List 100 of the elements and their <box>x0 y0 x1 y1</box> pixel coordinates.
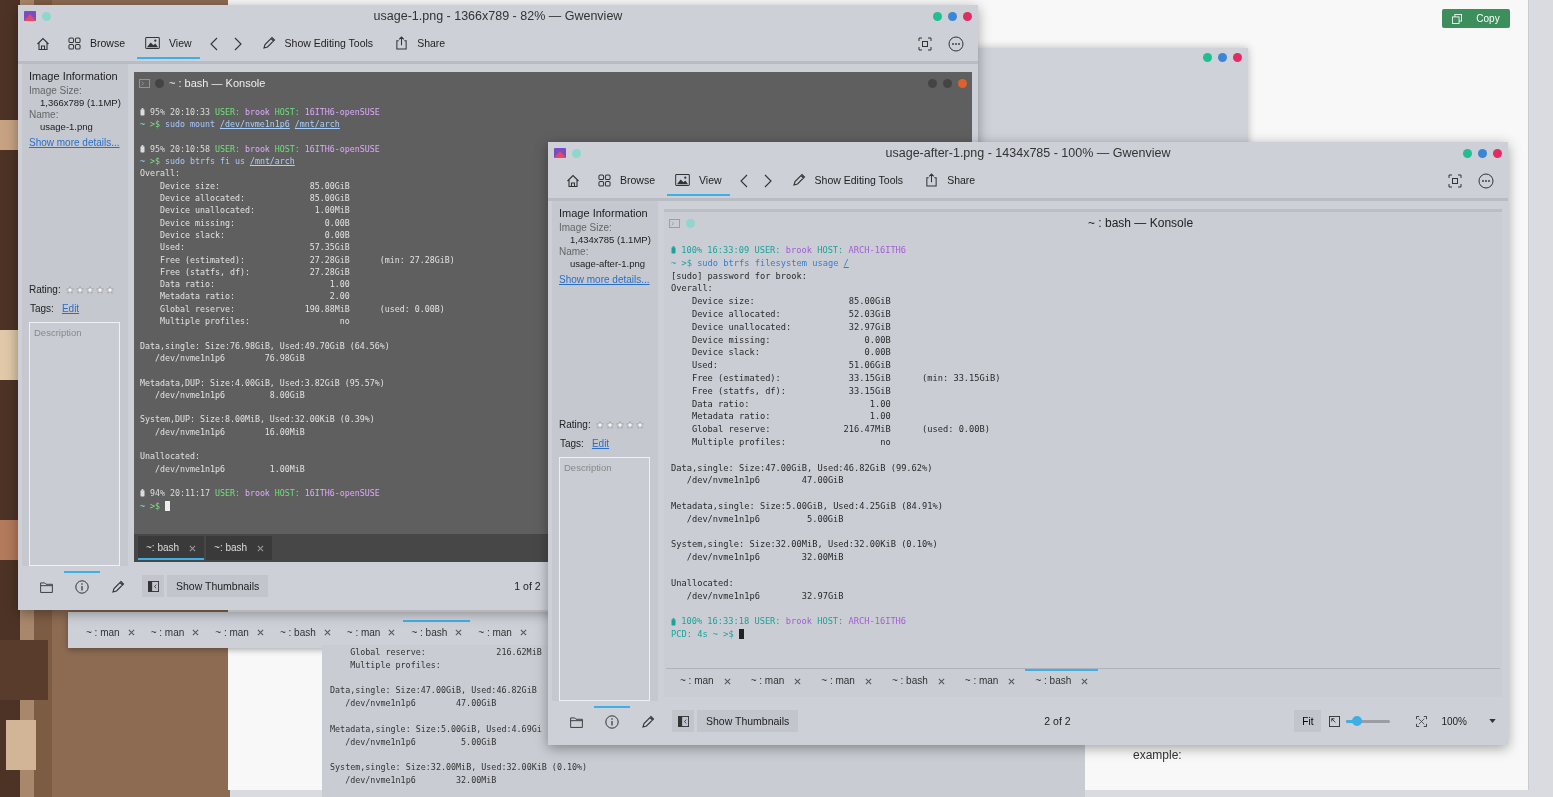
battery-percent: 94% <box>150 487 165 500</box>
star-rating[interactable] <box>65 285 114 294</box>
user-name: brook <box>244 106 270 119</box>
stat-value: 57.35GiB <box>308 241 350 254</box>
toolbar-button[interactable]: Show Editing Tools <box>783 166 912 196</box>
field-value: usage-after-1.png <box>569 258 646 269</box>
pencil-icon <box>261 36 276 50</box>
stat-value: 1.00 <box>328 278 350 291</box>
close-button[interactable] <box>1233 53 1242 62</box>
terminal-tab[interactable]: ~ : man <box>811 669 882 693</box>
window-dot-icon <box>943 78 952 88</box>
close-icon[interactable] <box>1008 677 1016 685</box>
close-icon[interactable] <box>257 544 265 552</box>
command-timer: PCD: 4s <box>671 627 708 641</box>
host-name: 16ITH6-openSUSE <box>304 106 380 119</box>
close-button[interactable] <box>1493 148 1502 158</box>
fit-button[interactable]: Fit <box>1294 710 1322 732</box>
terminal-tab[interactable]: ~ : man <box>338 620 404 644</box>
home-icon <box>36 37 50 51</box>
zoom-dropdown[interactable]: 100% <box>1435 710 1502 732</box>
toolbar-button[interactable]: Share <box>387 29 454 59</box>
close-icon[interactable] <box>256 628 264 636</box>
description-field[interactable]: Description <box>559 457 650 701</box>
show-thumbnails-button[interactable]: Show Thumbnails <box>697 710 799 732</box>
close-icon[interactable] <box>388 628 396 636</box>
stat-label: Multiple profiles: <box>350 658 442 672</box>
maximize-button[interactable] <box>1218 53 1227 62</box>
toolbar-button[interactable]: Share <box>917 166 984 196</box>
stat-note: (min: 27.28GiB) <box>379 253 455 266</box>
sidebar-icon <box>677 715 689 727</box>
sidebar-toggle-button[interactable] <box>672 710 694 732</box>
terminal-tab[interactable]: ~ : man <box>954 669 1026 693</box>
star-rating[interactable] <box>595 420 644 429</box>
stat-note: (used: 0.00B) <box>379 302 445 316</box>
device-size: 1.00MiB <box>268 462 305 475</box>
description-field[interactable]: Description <box>29 322 120 566</box>
fill-icon[interactable] <box>1329 715 1341 727</box>
stat-label: Multiple profiles: <box>691 435 788 449</box>
more-icon <box>948 36 964 52</box>
folder-icon <box>569 716 583 728</box>
terminal-tab[interactable]: ~ : bash <box>1025 669 1099 693</box>
stat-label: Used: <box>159 241 186 254</box>
toolbar-button[interactable]: Show Editing Tools <box>253 29 382 59</box>
prompt-sign: >$ <box>150 118 160 131</box>
battery-icon <box>140 108 145 117</box>
sidebar-toggle-button[interactable] <box>142 575 164 597</box>
terminal-tab[interactable]: ~ : man <box>470 620 535 644</box>
expand-icon[interactable] <box>1416 715 1428 727</box>
terminal-tab[interactable]: ~: bash <box>206 536 273 560</box>
prompt-directory: ~ <box>140 155 145 168</box>
terminal-tab[interactable]: ~ : man <box>207 620 272 644</box>
terminal-icon <box>669 218 680 228</box>
prompt-time: 20:11:17 <box>169 487 210 500</box>
slider-handle[interactable] <box>1352 715 1363 726</box>
toolbar-tab[interactable]: View <box>667 166 730 196</box>
stat-label: Device missing: <box>159 216 236 229</box>
terminal-tab[interactable]: ~ : man <box>740 669 812 693</box>
device-path: /dev/nvme1n1p6 <box>686 551 761 564</box>
grid-icon <box>68 36 81 50</box>
close-icon[interactable] <box>723 677 731 685</box>
close-icon[interactable] <box>937 677 945 685</box>
show-thumbnails-button[interactable]: Show Thumbnails <box>167 575 269 597</box>
toolbar-tab[interactable]: Browse <box>60 29 133 59</box>
close-icon[interactable] <box>455 628 463 636</box>
window-dot-icon <box>686 218 695 228</box>
field-label: Name: <box>559 246 590 257</box>
host-label: HOST: <box>817 244 844 257</box>
path-argument: / <box>843 256 849 270</box>
close-icon[interactable] <box>189 544 197 552</box>
terminal-tab[interactable]: ~ : man <box>142 620 208 644</box>
device-path: /dev/nvme1n1p6 <box>155 351 226 365</box>
stat-value: 0.00B <box>863 333 891 347</box>
close-icon[interactable] <box>864 677 872 685</box>
window-dot-icon[interactable] <box>42 11 51 21</box>
fullscreen-icon <box>1448 174 1462 188</box>
copy-button[interactable]: Copy <box>1442 9 1510 28</box>
terminal-tab[interactable]: ~ : man <box>78 620 143 644</box>
terminal-tab[interactable]: ~: bash <box>138 536 205 560</box>
zoom-slider[interactable] <box>1346 719 1391 723</box>
maximize-button[interactable] <box>1478 148 1487 158</box>
close-icon[interactable] <box>1081 677 1089 685</box>
close-icon[interactable] <box>519 628 527 636</box>
battery-icon <box>671 617 676 626</box>
close-icon[interactable] <box>323 628 331 636</box>
terminal-tab[interactable]: ~ : bash <box>271 620 339 644</box>
command-text: sudo btrfs fi us <box>164 155 245 168</box>
prompt-directory: ~ <box>671 256 677 270</box>
maximize-button[interactable] <box>948 11 957 21</box>
toolbar-tab[interactable]: Browse <box>590 166 663 196</box>
window-dot-icon[interactable] <box>572 148 581 158</box>
terminal-tab[interactable]: ~ : man <box>670 669 741 693</box>
toolbar-tab[interactable]: View <box>137 29 200 59</box>
device-size: 47.00GiB <box>800 474 844 488</box>
close-button[interactable] <box>963 11 972 21</box>
chevron-left-icon <box>739 174 748 188</box>
window-title: usage-1.png - 1366x789 - 82% — Gwenview <box>373 9 623 23</box>
close-icon[interactable] <box>127 628 135 636</box>
close-icon[interactable] <box>794 677 802 685</box>
terminal-tab[interactable]: ~ : bash <box>881 669 955 693</box>
close-icon[interactable] <box>192 628 200 636</box>
